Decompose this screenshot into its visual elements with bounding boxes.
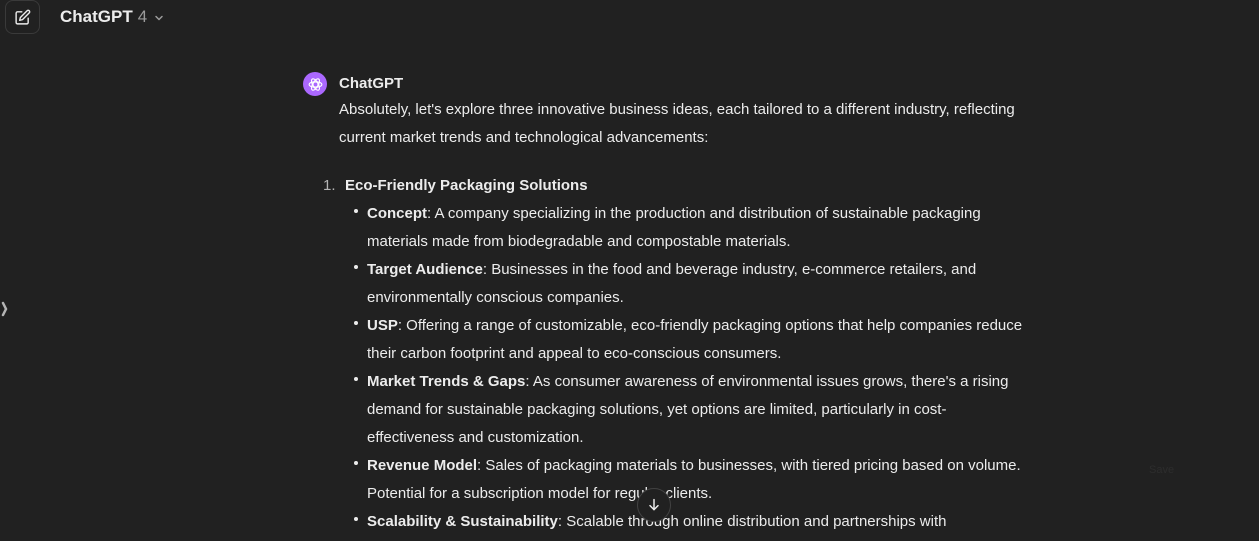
- idea-points: Concept: A company specializing in the p…: [345, 200, 1029, 536]
- point-term: Target Audience: [367, 261, 483, 278]
- faint-save-label: Save: [1149, 464, 1175, 476]
- point-term: Scalability & Sustainability: [367, 513, 558, 530]
- point-text: : Scalable through online distribution a…: [557, 513, 947, 530]
- point-item: USP: Offering a range of customizable, e…: [354, 312, 1029, 368]
- point-item: Scalability & Sustainability: Scalable t…: [354, 508, 1029, 536]
- point-term: USP: [367, 317, 398, 334]
- top-bar: ChatGPT 4: [0, 0, 1259, 36]
- model-switcher[interactable]: ChatGPT 4: [60, 6, 165, 28]
- point-item: Target Audience: Businesses in the food …: [354, 256, 1029, 312]
- chat-app: ChatGPT 4 ChatGPT Absolutely, let's expl…: [0, 0, 1259, 541]
- scroll-to-bottom-button[interactable]: [637, 488, 671, 522]
- idea-title: Eco-Friendly Packaging Solutions: [345, 177, 588, 194]
- edit-icon: [15, 9, 31, 25]
- sidebar-toggle[interactable]: [0, 300, 10, 318]
- message-author: ChatGPT: [339, 75, 404, 92]
- point-term: Revenue Model: [367, 457, 478, 474]
- message-intro: Absolutely, let's explore three innovati…: [339, 101, 1015, 146]
- message-content: Absolutely, let's explore three innovati…: [323, 96, 1029, 536]
- assistant-avatar: [303, 72, 327, 96]
- point-item: Market Trends & Gaps: As consumer awaren…: [354, 368, 1029, 452]
- openai-logo-icon: [308, 77, 322, 91]
- chevron-down-icon: [155, 15, 163, 21]
- model-version: 4: [137, 7, 148, 26]
- new-chat-button[interactable]: [5, 0, 40, 34]
- point-text: : A company specializing in the producti…: [367, 205, 981, 250]
- point-term: Concept: [367, 205, 427, 222]
- point-term: Market Trends & Gaps: [367, 373, 526, 390]
- ideas-list: 1. Eco-Friendly Packaging Solutions Conc…: [323, 172, 1029, 536]
- point-item: Concept: A company specializing in the p…: [354, 200, 1029, 256]
- arrow-down-icon: [649, 498, 659, 511]
- idea-number: 1.: [323, 177, 336, 194]
- point-item: Revenue Model: Sales of packaging materi…: [354, 452, 1029, 508]
- model-name: ChatGPT: [60, 7, 133, 26]
- point-text: : Offering a range of customizable, eco-…: [367, 317, 1023, 362]
- chevron-right-icon: [1, 301, 8, 317]
- idea-item: 1. Eco-Friendly Packaging Solutions Conc…: [323, 172, 1029, 536]
